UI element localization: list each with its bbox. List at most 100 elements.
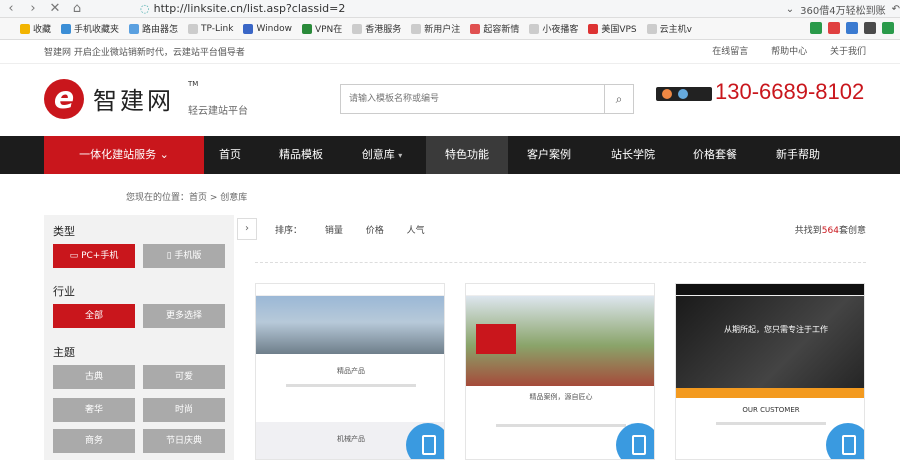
- bookmark-label: 收藏: [33, 25, 52, 35]
- theme-festival[interactable]: 节日庆典: [143, 429, 225, 453]
- shield-icon[interactable]: [810, 22, 822, 34]
- theme-business[interactable]: 商务: [53, 429, 135, 453]
- bookmark-item[interactable]: 美国VPS: [588, 22, 637, 35]
- template-thumbnail: [676, 296, 864, 398]
- bookmark-label: VPN在: [314, 25, 343, 35]
- bookmark-label: 路由器怎: [142, 25, 179, 35]
- mobile-preview-icon[interactable]: [406, 423, 444, 459]
- bookmark-item[interactable]: TP-Link: [188, 23, 233, 34]
- nav-templates[interactable]: 精品模板: [264, 136, 338, 174]
- card-caption: 从期所起，您只需专注于工作: [724, 325, 828, 334]
- search-icon[interactable]: ⌕: [604, 85, 633, 113]
- filter-mobile[interactable]: ▯ 手机版: [143, 244, 225, 268]
- browser-right-tools: ⌄ 360借4万轻松到账 ↶: [780, 0, 900, 18]
- template-card[interactable]: 从期所起，您只需专注于工作 OUR CUSTOMER: [675, 283, 865, 460]
- logo-icon[interactable]: e: [44, 79, 84, 119]
- nav-home[interactable]: 首页: [204, 136, 256, 174]
- address-bar[interactable]: ◌ http://linksite.cn/list.asp?classid=2: [140, 0, 345, 18]
- bookmark-item[interactable]: 收藏: [20, 22, 51, 35]
- filter-sidebar: 类型 ▭ PC+手机 ▯ 手机版 行业 全部 更多选择 主题 古典 可爱 奢华 …: [44, 215, 234, 460]
- logo-subtitle: 轻云建站平台: [188, 106, 248, 117]
- card-section: OUR CUSTOMER: [742, 406, 800, 414]
- bookmark-item[interactable]: 手机收藏夹: [61, 22, 119, 35]
- sort-label: 排序：: [275, 226, 303, 236]
- link-help[interactable]: 帮助中心: [771, 47, 807, 57]
- sort-popularity[interactable]: 人气: [407, 226, 425, 236]
- game-icon[interactable]: [864, 22, 876, 34]
- template-card[interactable]: 精品案例，源自匠心: [465, 283, 655, 460]
- chevron-down-icon: ⌄: [159, 148, 169, 161]
- bookmark-label: 美国VPS: [601, 25, 637, 35]
- sort-bar: 排序： 销量 价格 人气: [275, 223, 445, 236]
- page-icon: [188, 23, 199, 34]
- banner-block: [476, 324, 516, 354]
- card-text-line: [496, 424, 626, 427]
- card-text-line: [286, 384, 416, 387]
- logo-name[interactable]: 智建网: [93, 81, 174, 116]
- safe-icon[interactable]: [882, 22, 894, 34]
- monitor-icon: ▭: [69, 251, 79, 261]
- filter-more[interactable]: 更多选择: [143, 304, 225, 328]
- bookmark-label: Window: [256, 23, 292, 34]
- home-icon[interactable]: ⌂: [66, 0, 88, 18]
- result-suffix: 套创意: [838, 226, 866, 236]
- site-slogan: 智建网 开启企业微站销新时代，云建站平台倡导者: [44, 48, 245, 58]
- star-icon: [20, 23, 30, 34]
- bookmark-label: 手机收藏夹: [74, 25, 120, 35]
- search-box: ⌕: [340, 84, 634, 114]
- nav-creative[interactable]: 创意库 ▾: [346, 136, 418, 174]
- bookmark-item[interactable]: 云主机v: [646, 22, 692, 35]
- bookmark-item[interactable]: 小夜播客: [529, 22, 578, 35]
- sort-sales[interactable]: 销量: [325, 226, 343, 236]
- scissors-icon[interactable]: [828, 22, 840, 34]
- bookmarks-bar: 收藏 手机收藏夹 路由器怎 TP-Link Window VPN在 香港服务 新…: [0, 18, 900, 40]
- nav-academy[interactable]: 站长学院: [592, 136, 674, 174]
- nav-pricing[interactable]: 价格套餐: [674, 136, 756, 174]
- phone-number: 130-6689-8102: [715, 79, 865, 104]
- page-icon: [646, 23, 657, 34]
- link-about[interactable]: 关于我们: [830, 47, 866, 57]
- filter-pc-mobile[interactable]: ▭ PC+手机: [53, 244, 135, 268]
- filter-all[interactable]: 全部: [53, 304, 135, 328]
- phone-icon: ▯: [166, 251, 172, 261]
- qq-chat-icon[interactable]: [656, 87, 712, 101]
- nav-newbie-help[interactable]: 新手帮助: [756, 136, 840, 174]
- mobile-preview-icon[interactable]: [616, 423, 654, 459]
- result-prefix: 共找到: [794, 226, 822, 236]
- template-card[interactable]: 精品产品 机械产品: [255, 283, 445, 460]
- theme-fashion[interactable]: 时尚: [143, 398, 225, 422]
- bookmark-item[interactable]: 新用户注: [411, 22, 460, 35]
- search-input[interactable]: [341, 85, 605, 113]
- chevron-down-icon[interactable]: ⌄: [786, 4, 794, 15]
- mobile-preview-icon[interactable]: [826, 423, 864, 459]
- bookmark-label: 起容新情: [483, 25, 520, 35]
- forward-icon[interactable]: ›: [22, 0, 44, 18]
- theme-cute[interactable]: 可爱: [143, 365, 225, 389]
- chevron-right-icon[interactable]: ›: [237, 218, 257, 240]
- caret-down-icon: ▾: [398, 151, 403, 160]
- status-text[interactable]: 360借4万轻松到账: [800, 2, 885, 17]
- undo-icon[interactable]: ↶: [892, 4, 900, 15]
- bookmark-item[interactable]: 起容新情: [470, 22, 519, 35]
- bookmark-label: 新用户注: [424, 25, 461, 35]
- link-message[interactable]: 在线留言: [712, 47, 748, 57]
- main-nav: 一体化建站服务 ⌄ 首页 精品模板 创意库 ▾ 特色功能 客户案例 站长学院 价…: [0, 136, 900, 174]
- bookmark-item[interactable]: Window: [243, 23, 292, 34]
- close-icon[interactable]: ✕: [44, 0, 66, 18]
- bookmark-item[interactable]: VPN在: [301, 22, 343, 35]
- nav-cases[interactable]: 客户案例: [508, 136, 590, 174]
- theme-luxury[interactable]: 奢华: [53, 398, 135, 422]
- card-header: [256, 284, 444, 296]
- theme-title: 主题: [53, 346, 75, 359]
- bookmark-item[interactable]: 香港服务: [352, 22, 401, 35]
- search-icon[interactable]: [846, 22, 858, 34]
- sort-price[interactable]: 价格: [366, 226, 384, 236]
- page-icon: [529, 23, 540, 34]
- nav-integrated-service[interactable]: 一体化建站服务 ⌄: [44, 136, 204, 174]
- bookmark-item[interactable]: 路由器怎: [129, 22, 178, 35]
- top-links: 在线留言 帮助中心 关于我们: [692, 40, 866, 64]
- theme-classical[interactable]: 古典: [53, 365, 135, 389]
- back-icon[interactable]: ‹: [0, 0, 22, 18]
- card-header: [466, 284, 654, 296]
- nav-features[interactable]: 特色功能: [426, 136, 508, 174]
